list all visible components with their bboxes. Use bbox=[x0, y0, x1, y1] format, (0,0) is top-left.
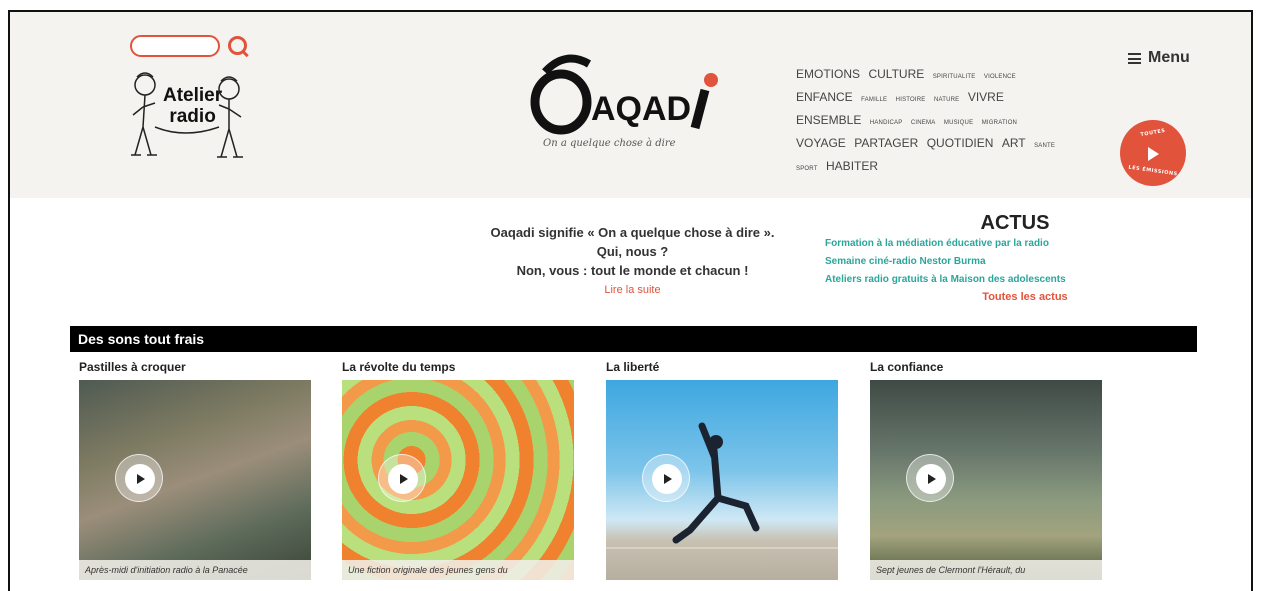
card-title[interactable]: La révolte du temps bbox=[342, 360, 574, 380]
hamburger-icon bbox=[1128, 52, 1141, 64]
theme-tag[interactable]: SPORT bbox=[796, 166, 818, 172]
card-image[interactable]: Sept jeunes de Clermont l'Hérault, du bbox=[870, 380, 1102, 580]
theme-tags: EMOTIONS CULTURE SPIRITUALITE VIOLENCE E… bbox=[796, 64, 1066, 179]
menu-label: Menu bbox=[1148, 49, 1190, 66]
badge-text-top: TOUTES bbox=[1140, 127, 1166, 139]
card-caption: Sept jeunes de Clermont l'Hérault, du bbox=[870, 560, 1102, 580]
news-title: ACTUS bbox=[980, 212, 1050, 234]
theme-tag[interactable]: ENFANCE bbox=[796, 90, 853, 104]
play-icon bbox=[400, 474, 408, 484]
intro-line2: Qui, nous ? bbox=[596, 244, 669, 259]
audio-card[interactable]: La liberté bbox=[606, 360, 838, 580]
theme-tag[interactable]: CULTURE bbox=[868, 67, 924, 81]
badge-text-bottom: LES ÉMISSIONS bbox=[1128, 164, 1178, 178]
play-icon bbox=[137, 474, 145, 484]
news-item[interactable]: Semaine ciné-radio Nestor Burma bbox=[825, 253, 1125, 271]
search-input[interactable] bbox=[130, 35, 220, 57]
play-button[interactable] bbox=[378, 454, 426, 502]
card-title[interactable]: Pastilles à croquer bbox=[79, 360, 311, 380]
theme-tag[interactable]: HISTOIRE bbox=[896, 97, 926, 103]
intro-block: Oaqadi signifie « On a quelque chose à d… bbox=[450, 223, 815, 300]
theme-tag[interactable]: ART bbox=[1002, 136, 1026, 150]
search-box bbox=[130, 34, 250, 58]
card-caption: Après-midi d'initiation radio à la Panac… bbox=[79, 560, 311, 580]
card-title[interactable]: La confiance bbox=[870, 360, 1102, 380]
menu-button[interactable]: Menu bbox=[1128, 49, 1190, 67]
play-button[interactable] bbox=[642, 454, 690, 502]
card-image[interactable]: Après-midi d'initiation radio à la Panac… bbox=[79, 380, 311, 580]
atelier-radio-logo[interactable]: Atelier radio bbox=[125, 67, 250, 167]
site-logo[interactable]: AQAD On a quelque chose à dire bbox=[525, 50, 725, 160]
theme-tag[interactable]: SANTE bbox=[1034, 143, 1055, 149]
news-panel: ACTUS Formation à la médiation éducative… bbox=[825, 212, 1125, 303]
jumper-figure-icon bbox=[606, 422, 838, 549]
atelier-radio-title: Atelier radio bbox=[163, 85, 222, 127]
theme-tag[interactable]: MUSIQUE bbox=[944, 120, 973, 126]
section-heading: Des sons tout frais bbox=[70, 326, 1197, 352]
theme-tag[interactable]: PARTAGER bbox=[854, 136, 918, 150]
brand-tagline: On a quelque chose à dire bbox=[543, 138, 676, 149]
intro-line1: Oaqadi signifie « On a quelque chose à d… bbox=[490, 225, 775, 240]
theme-tag[interactable]: EMOTIONS bbox=[796, 67, 860, 81]
audio-card[interactable]: Pastilles à croquer Après-midi d'initiat… bbox=[79, 360, 311, 580]
news-item[interactable]: Formation à la médiation éducative par l… bbox=[825, 235, 1125, 253]
oaqadi-logo-mark: AQAD bbox=[530, 54, 718, 135]
theme-tag[interactable]: QUOTIDIEN bbox=[927, 136, 994, 150]
all-shows-badge[interactable]: TOUTES LES ÉMISSIONS bbox=[1120, 120, 1186, 186]
theme-tag[interactable]: VIOLENCE bbox=[984, 74, 1016, 80]
theme-tag[interactable]: CINEMA bbox=[911, 120, 936, 126]
theme-tag[interactable]: SPIRITUALITE bbox=[933, 74, 976, 80]
theme-tag[interactable]: VOYAGE bbox=[796, 136, 846, 150]
atelier-line1: Atelier bbox=[163, 85, 223, 106]
read-more-link[interactable]: Lire la suite bbox=[450, 281, 815, 300]
page-frame: Atelier radio AQAD On a quelque chose à … bbox=[8, 10, 1253, 591]
theme-tag[interactable]: VIVRE bbox=[968, 90, 1004, 104]
card-caption: Une fiction originale des jeunes gens du bbox=[342, 560, 574, 580]
card-image[interactable]: Une fiction originale des jeunes gens du bbox=[342, 380, 574, 580]
play-icon bbox=[1148, 147, 1159, 161]
theme-tag[interactable]: FAMILLE bbox=[861, 97, 887, 103]
card-title[interactable]: La liberté bbox=[606, 360, 838, 380]
theme-tag[interactable]: HANDICAP bbox=[870, 120, 903, 126]
audio-card[interactable]: La révolte du temps Une fiction original… bbox=[342, 360, 574, 580]
svg-text:AQAD: AQAD bbox=[591, 90, 691, 128]
theme-tag[interactable]: ENSEMBLE bbox=[796, 113, 861, 127]
play-button[interactable] bbox=[115, 454, 163, 502]
site-header: Atelier radio AQAD On a quelque chose à … bbox=[10, 12, 1251, 198]
theme-tag[interactable]: HABITER bbox=[826, 159, 878, 173]
theme-tag[interactable]: MIGRATION bbox=[982, 120, 1017, 126]
atelier-line2: radio bbox=[169, 106, 216, 127]
search-icon[interactable] bbox=[226, 34, 250, 58]
play-icon bbox=[664, 474, 672, 484]
intro-line3: Non, vous : tout le monde et chacun ! bbox=[516, 263, 749, 278]
play-button[interactable] bbox=[906, 454, 954, 502]
card-image[interactable] bbox=[606, 380, 838, 580]
play-icon bbox=[928, 474, 936, 484]
audio-card[interactable]: La confiance Sept jeunes de Clermont l'H… bbox=[870, 360, 1102, 580]
news-item[interactable]: Ateliers radio gratuits à la Maison des … bbox=[825, 271, 1125, 289]
theme-tag[interactable]: NATURE bbox=[934, 97, 959, 103]
all-news-link[interactable]: Toutes les actus bbox=[925, 291, 1125, 303]
